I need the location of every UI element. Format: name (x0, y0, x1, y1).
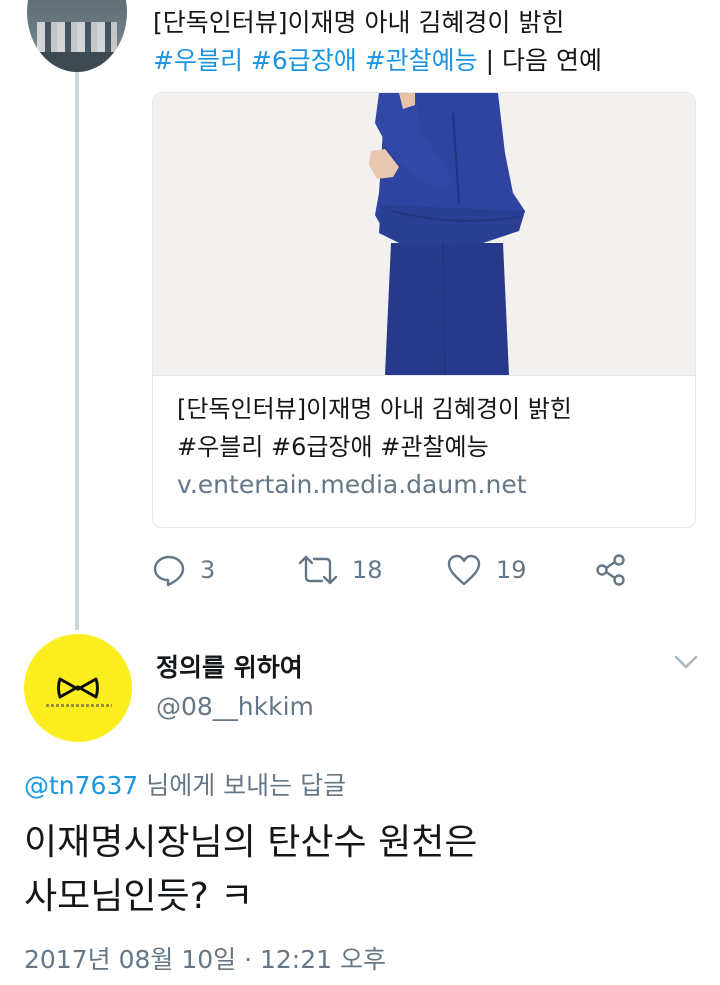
mention-link[interactable]: @tn7637 (24, 771, 138, 800)
reply-icon (152, 553, 186, 587)
card-title-line2: #우블리 #6급장애 #관찰예능 (177, 433, 489, 461)
tweet2-text-line1: 이재명시장님의 탄산수 원천은 (24, 822, 478, 863)
tweet1-text: [단독인터뷰]이재명 아내 김혜경이 밝힌 #우블리 #6급장애 #관찰예능 |… (153, 4, 693, 80)
retweet-count: 18 (352, 556, 383, 584)
card-body: [단독인터뷰]이재명 아내 김혜경이 밝힌 #우블리 #6급장애 #관찰예능 v… (153, 375, 695, 527)
card-title-line1: [단독인터뷰]이재명 아내 김혜경이 밝힌 (177, 395, 572, 423)
tweet1-text-line2: #우블리 #6급장애 #관찰예능 | 다음 연예 (153, 42, 693, 80)
tweet2-handle[interactable]: @08__hkkim (156, 692, 314, 721)
tweet1-avatar[interactable] (27, 0, 127, 72)
card-title: [단독인터뷰]이재명 아내 김혜경이 밝힌 #우블리 #6급장애 #관찰예능 (177, 390, 677, 466)
card-domain: v.entertain.media.daum.net (177, 470, 527, 499)
share-button[interactable] (594, 548, 628, 592)
tweet2-text: 이재명시장님의 탄산수 원천은 사모님인듯? ㅋ (24, 816, 704, 924)
like-count: 19 (496, 556, 527, 584)
reply-context: @tn7637 님에게 보내는 답글 (24, 766, 346, 802)
like-button[interactable]: 19 (446, 548, 527, 592)
reply-context-suffix: 님에게 보내는 답글 (138, 771, 347, 800)
retweet-icon (298, 553, 338, 587)
hashtag-link[interactable]: #6급장애 (251, 46, 357, 75)
tweet2-text-line2: 사모님인듯? ㅋ (24, 876, 254, 917)
share-icon (594, 553, 628, 587)
hashtag-link[interactable]: #관찰예능 (365, 46, 478, 75)
ribbon-logo-icon (56, 676, 100, 704)
like-icon (446, 553, 482, 587)
tweet2-display-name[interactable]: 정의를 위하여 (156, 648, 303, 684)
tweet2-timestamp: 2017년 08월 10일 · 12:21 오후 (24, 945, 386, 974)
tweet1-text-line1: [단독인터뷰]이재명 아내 김혜경이 밝힌 (153, 8, 565, 37)
card-image (153, 93, 695, 375)
tweet1-source-suffix: | 다음 연예 (485, 46, 602, 75)
reply-button[interactable]: 3 (152, 548, 215, 592)
reply-count: 3 (200, 556, 216, 584)
tweet1-actions: 3 18 19 (152, 548, 652, 592)
chevron-down-icon[interactable] (672, 652, 700, 676)
hashtag-link[interactable]: #우블리 (153, 46, 243, 75)
thread-connector-line (75, 70, 79, 630)
retweet-button[interactable]: 18 (298, 548, 383, 592)
tweet2-avatar[interactable] (24, 634, 132, 742)
link-preview-card[interactable]: [단독인터뷰]이재명 아내 김혜경이 밝힌 #우블리 #6급장애 #관찰예능 v… (152, 92, 696, 528)
